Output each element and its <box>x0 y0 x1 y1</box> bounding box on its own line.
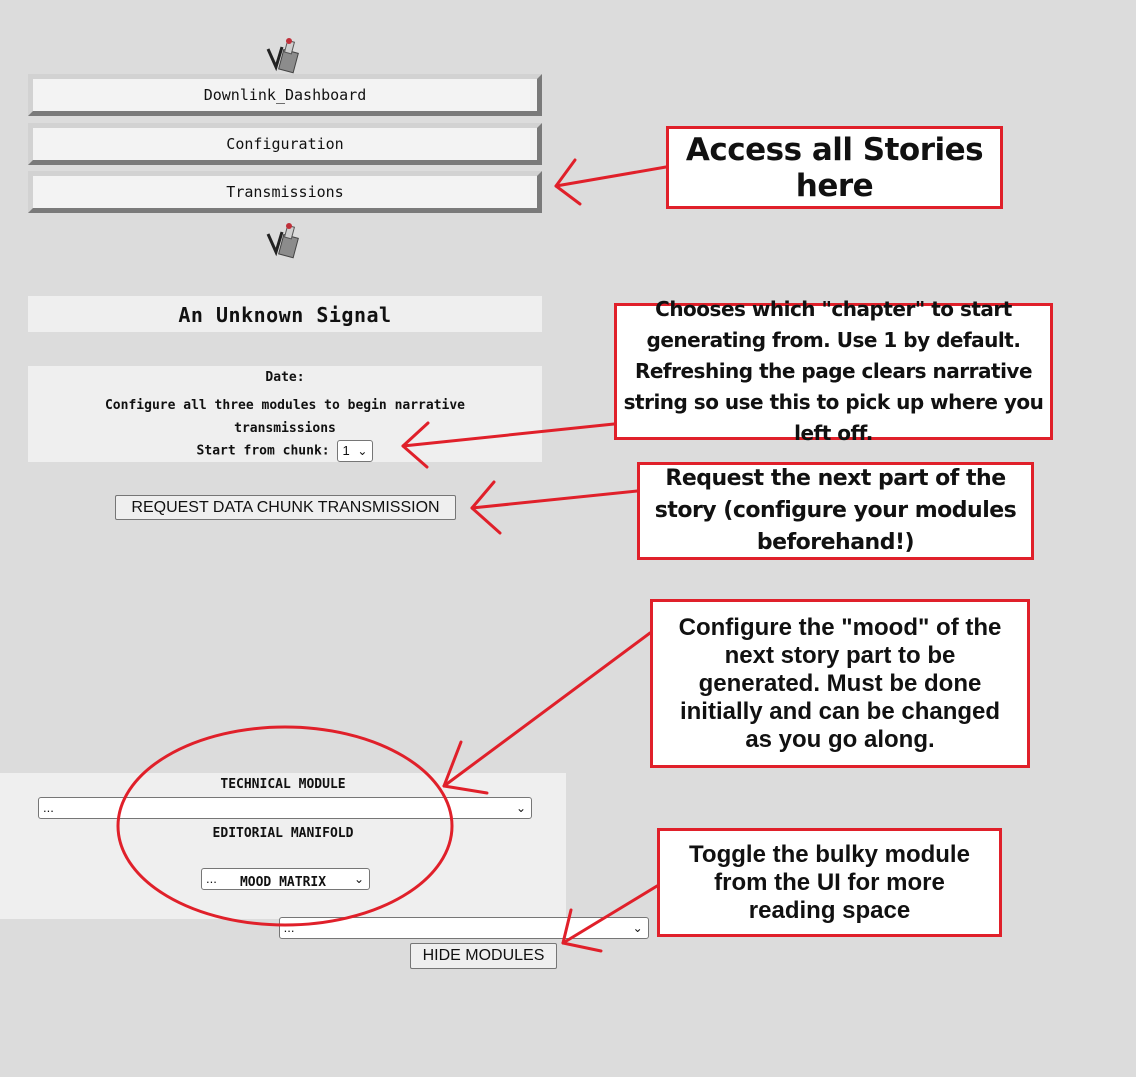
callout-chunk-help: Chooses which "chapter" to start generat… <box>614 297 1053 445</box>
mood-matrix-label: MOOD MATRIX <box>239 875 327 890</box>
arrow-to-transmissions <box>554 158 668 206</box>
mood-matrix-select[interactable]: ... ⌄ <box>278 917 649 939</box>
chevron-down-icon: ⌄ <box>632 921 643 935</box>
callout-access-stories: Access all Stories here <box>666 126 1003 209</box>
technical-module-select[interactable]: ... ⌄ <box>38 797 532 819</box>
callout-mood-help-text: Configure the "mood" of the next story p… <box>678 613 1002 753</box>
technical-module-value: ... <box>43 800 54 815</box>
chunk-select[interactable]: 1 ⌄ <box>337 440 374 462</box>
chunk-row: Start from chunk: 1 ⌄ <box>28 440 542 462</box>
callout-toggle-help: Toggle the bulky module from the UI for … <box>657 828 1002 937</box>
callout-request-help: Request the next part of the story (conf… <box>637 462 1034 560</box>
callout-access-stories-text: Access all Stories here <box>685 131 984 204</box>
nav-configuration[interactable]: Configuration <box>28 123 542 165</box>
hide-modules-button[interactable]: HIDE MODULES <box>410 943 557 969</box>
technical-module-label: TECHNICAL MODULE <box>220 777 346 792</box>
story-title: An Unknown Signal <box>28 296 542 332</box>
nav-transmissions[interactable]: Transmissions <box>28 171 542 213</box>
robot-logo-icon <box>264 222 304 262</box>
transmission-info-panel: Date: Configure all three modules to beg… <box>28 366 542 462</box>
status-message: Configure all three modules to begin nar… <box>104 398 466 436</box>
nav-downlink-dashboard[interactable]: Downlink_Dashboard <box>28 74 542 116</box>
arrow-to-modules <box>442 631 652 795</box>
chevron-down-icon: ⌄ <box>357 444 368 458</box>
robot-logo-icon <box>264 37 304 77</box>
chevron-down-icon: ⌄ <box>515 801 526 815</box>
callout-mood-help: Configure the "mood" of the next story p… <box>650 599 1030 768</box>
callout-toggle-help-text: Toggle the bulky module from the UI for … <box>689 840 970 924</box>
mood-matrix-value: ... <box>283 920 295 935</box>
editorial-manifold-label: EDITORIAL MANIFOLD <box>212 826 354 841</box>
request-chunk-button[interactable]: REQUEST DATA CHUNK TRANSMISSION <box>115 495 456 520</box>
callout-chunk-help-text: Chooses which "chapter" to start generat… <box>623 297 1044 445</box>
chunk-label: Start from chunk: <box>196 443 330 459</box>
chunk-select-value: 1 <box>342 443 350 458</box>
modules-panel: TECHNICAL MODULE ... ⌄ EDITORIAL MANIFOL… <box>0 773 649 939</box>
arrow-to-request-button <box>470 480 639 535</box>
callout-request-help-text: Request the next part of the story (conf… <box>654 466 1017 555</box>
date-label: Date: <box>265 370 305 385</box>
